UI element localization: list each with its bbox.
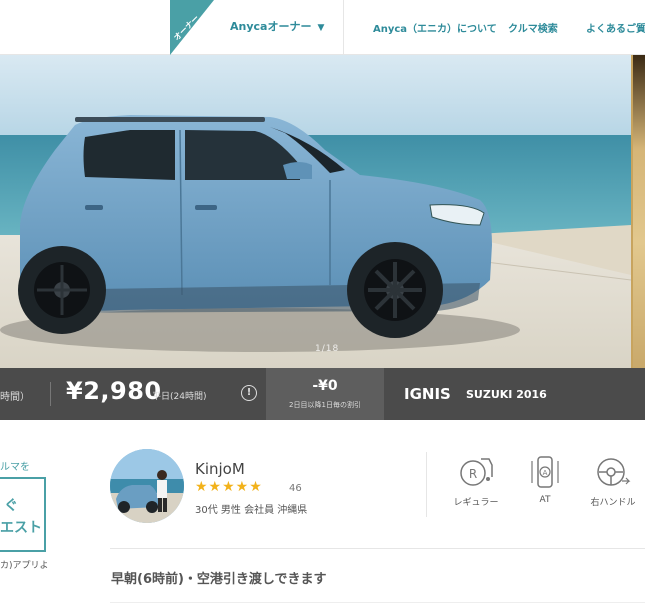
owner-signup-ribbon[interactable]: オーナー 登録はこちら	[170, 0, 214, 55]
transmission-at-icon: A	[531, 456, 559, 488]
price-period: 平日(24時間)	[152, 392, 207, 402]
request-footnote: カ)アプリよ	[0, 561, 49, 571]
car-maker-year: SUZUKI 2016	[466, 388, 547, 401]
steering-right-icon	[597, 458, 631, 486]
price-value: ¥2,980	[66, 377, 162, 405]
request-note: ルマを	[0, 462, 30, 473]
instant-request-button[interactable]: ぐ エスト	[0, 477, 46, 552]
section-divider	[110, 548, 645, 549]
photo-counter: 1/18	[315, 344, 340, 354]
nav-car-search[interactable]: クルマ検索	[508, 20, 558, 35]
site-header: オーナー 登録はこちら Anycaオーナー ▼ Anyca（エニカ）について クル…	[0, 0, 645, 55]
owner-menu-label: Anycaオーナー	[230, 20, 312, 33]
feature-fuel: R レギュラー	[446, 455, 506, 508]
request-button-line2: エスト	[0, 520, 42, 536]
price-divider	[50, 382, 51, 406]
catchphrase: 早朝(6時前)・空港引き渡しできます	[111, 572, 327, 587]
feature-fuel-label: レギュラー	[453, 498, 499, 508]
next-photo-preview[interactable]	[631, 55, 645, 368]
owner-menu[interactable]: Anycaオーナー ▼	[230, 18, 324, 34]
nav-faq[interactable]: よくあるご質問	[586, 20, 645, 35]
chevron-down-icon: ▼	[317, 23, 325, 33]
car-model: IGNIS	[404, 385, 451, 403]
nav-divider	[343, 0, 344, 55]
feature-transmission: A AT	[515, 455, 575, 505]
car-photo[interactable]	[0, 55, 631, 368]
feature-steering-label: 右ハンドル	[590, 498, 636, 508]
rating-count: 46	[289, 483, 302, 494]
request-button-line1: ぐ	[4, 498, 18, 514]
discount-label: 2日目以降1日毎の割引	[289, 401, 361, 409]
discount-value: -¥0	[312, 378, 338, 394]
svg-text:A: A	[543, 469, 548, 477]
price-left-label: 時間）	[0, 392, 30, 403]
avatar[interactable]	[110, 449, 184, 523]
owner-profile: 30代 男性 会社員 沖縄県	[195, 505, 308, 516]
rating-stars: ★★★★★	[195, 479, 263, 495]
owner-divider	[426, 452, 427, 517]
owner-name[interactable]: KinjoM	[195, 460, 245, 478]
feature-transmission-label: AT	[539, 495, 551, 505]
feature-steering: 右ハンドル	[583, 455, 643, 508]
info-icon[interactable]: !	[241, 385, 257, 401]
nav-about[interactable]: Anyca（エニカ）について	[373, 20, 497, 35]
section-divider-bottom	[110, 602, 645, 603]
discount-box: -¥0 2日目以降1日毎の割引	[266, 368, 384, 420]
price-bar: 時間） ¥2,980 平日(24時間) ! -¥0 2日目以降1日毎の割引 IG…	[0, 368, 645, 420]
svg-text:R: R	[469, 467, 477, 481]
fuel-regular-icon: R	[460, 458, 493, 486]
